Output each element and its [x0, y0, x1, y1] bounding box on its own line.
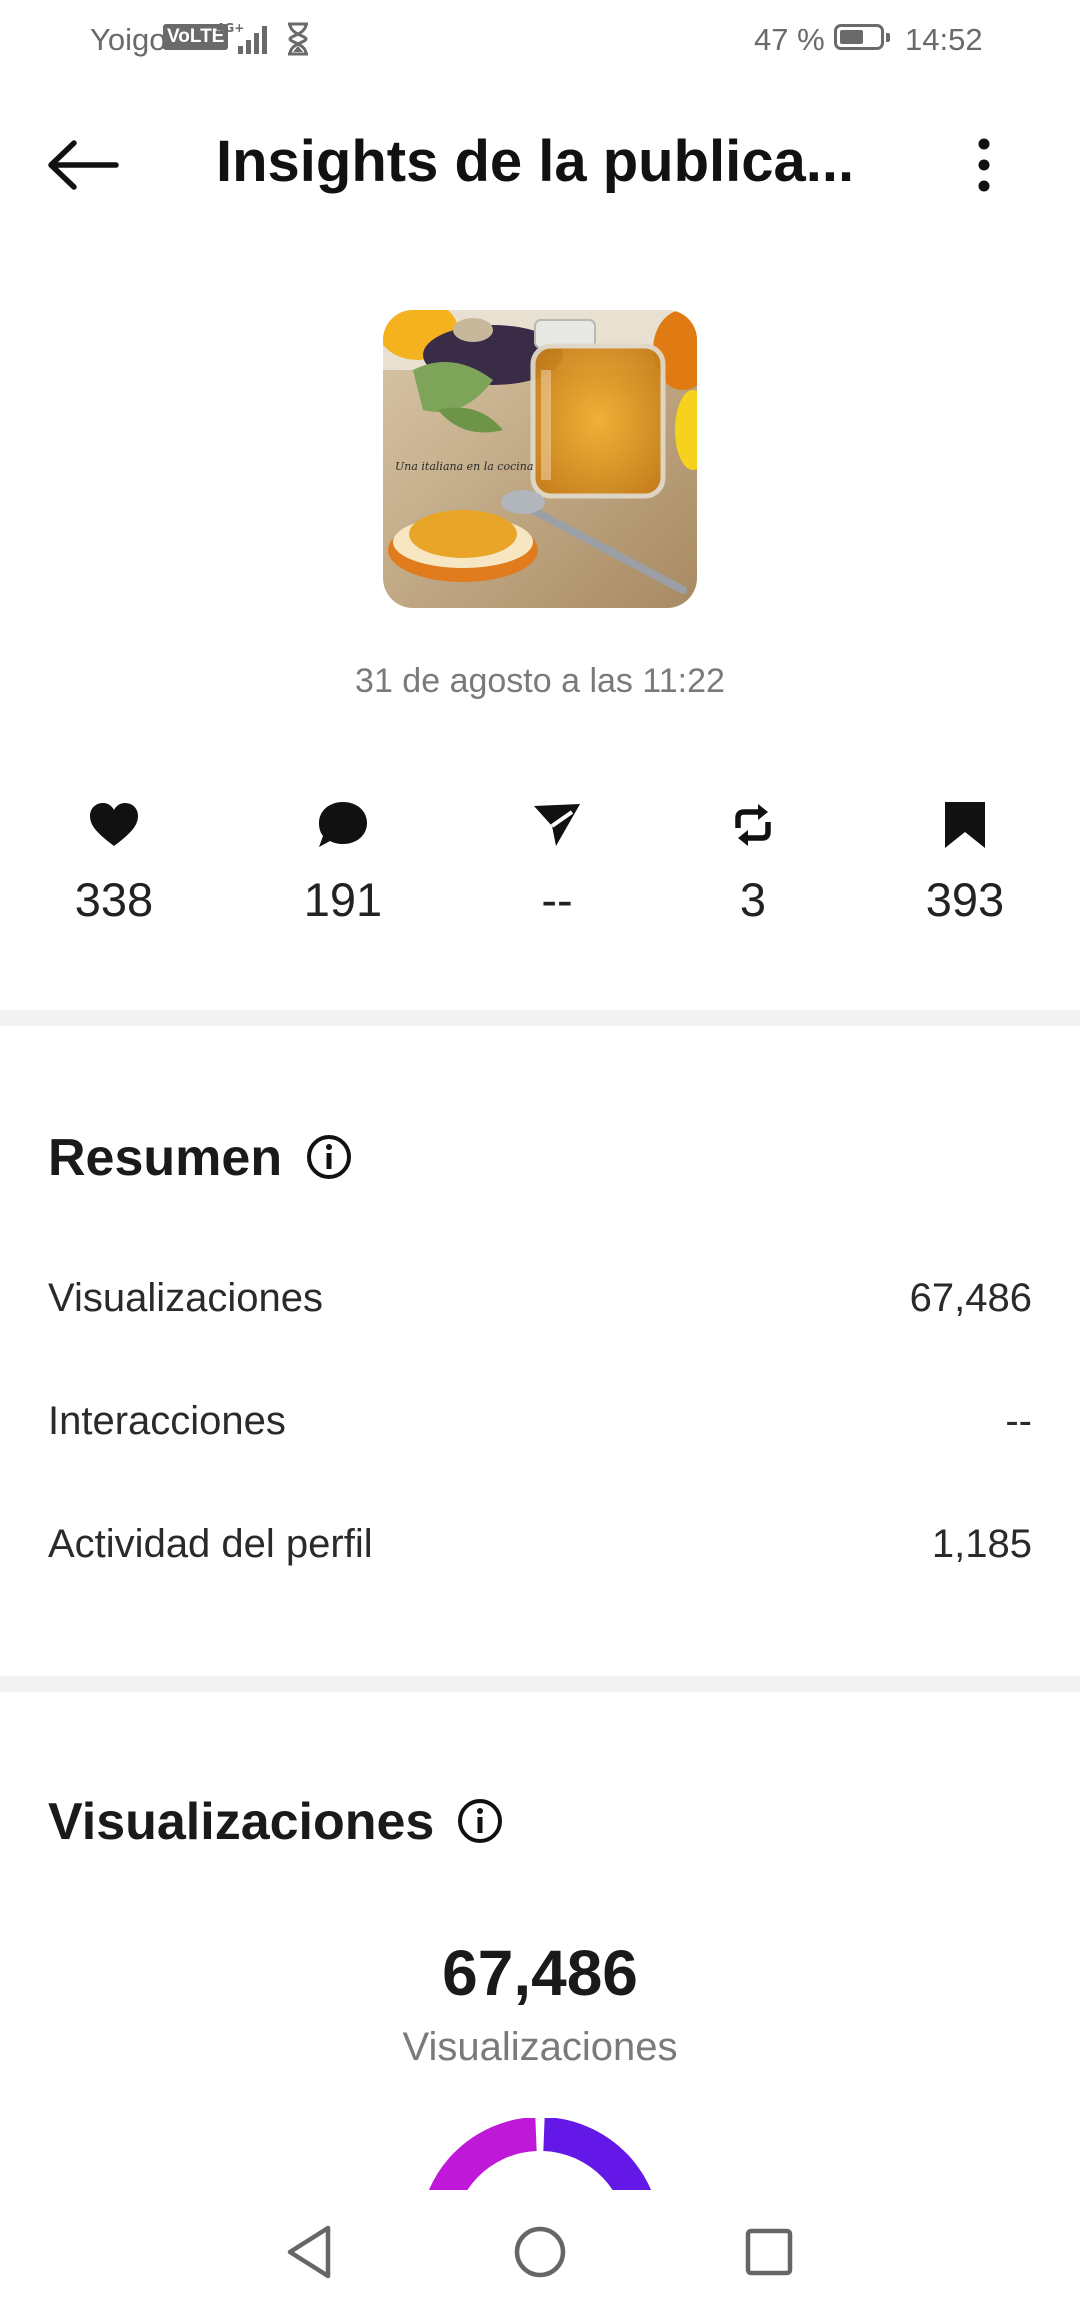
square-recents-icon — [745, 2228, 793, 2276]
bookmark-icon — [945, 802, 985, 848]
section-divider — [0, 1010, 1080, 1026]
post-date: 31 de agosto a las 11:22 — [355, 662, 725, 700]
section-divider — [0, 1676, 1080, 1692]
page-title: Insights de la publica... — [216, 129, 855, 194]
views-title: Visualizaciones — [48, 1793, 435, 1851]
triangle-back-icon — [287, 2225, 331, 2279]
back-button[interactable] — [46, 140, 120, 190]
comments-stat: 191 — [253, 800, 433, 927]
signal-icon: 4G+ — [216, 20, 272, 64]
summary-row-profile-activity-value: 1,185 — [931, 1522, 1032, 1566]
summary-row-views-value: 67,486 — [909, 1276, 1032, 1320]
arrow-left-icon — [48, 140, 119, 190]
likes-count: 338 — [74, 873, 154, 926]
status-time: 14:52 — [905, 22, 983, 57]
summary-row-profile-activity-label: Actividad del perfil — [48, 1522, 373, 1566]
status-bar: Yoigo VoLTE 4G+ 47 % 14:52 — [0, 0, 1080, 80]
summary-row-interactions-label: Interacciones — [48, 1399, 286, 1443]
summary-title: Resumen — [48, 1129, 283, 1187]
views-total-label: Visualizaciones — [402, 2025, 678, 2069]
carrier-name: Yoigo — [90, 22, 167, 57]
views-info-button[interactable] — [457, 1798, 503, 1844]
svg-text:4G+: 4G+ — [216, 21, 244, 35]
shares-count: -- — [541, 873, 573, 926]
views-total: 67,486 — [442, 1937, 638, 2009]
saves-count: 393 — [925, 873, 1005, 926]
comments-count: 191 — [303, 873, 383, 926]
summary-info-button[interactable] — [306, 1134, 352, 1180]
more-vertical-icon — [978, 138, 990, 192]
jam-jar-photo: Una italiana en la cocina — [383, 310, 697, 608]
summary-row-interactions-value: -- — [1005, 1399, 1032, 1443]
reposts-stat: 3 — [663, 800, 843, 927]
repost-icon — [735, 804, 771, 846]
views-donut-chart — [420, 2118, 660, 2190]
circle-home-icon — [514, 2226, 566, 2278]
info-icon — [307, 1135, 351, 1179]
heart-icon — [90, 803, 138, 846]
saves-stat: 393 — [875, 800, 1055, 927]
shares-stat: -- — [467, 800, 647, 927]
comment-icon — [319, 802, 367, 847]
nav-home-button[interactable] — [510, 2222, 570, 2282]
battery-percent: 47 % — [754, 22, 825, 57]
battery-icon — [834, 24, 890, 50]
summary-row-views-label: Visualizaciones — [48, 1276, 323, 1320]
hourglass-icon — [285, 22, 311, 64]
share-icon — [534, 804, 580, 846]
reposts-count: 3 — [739, 873, 767, 926]
likes-stat: 338 — [24, 800, 204, 927]
svg-text:Una italiana en la cocina: Una italiana en la cocina — [395, 460, 533, 473]
nav-recents-button[interactable] — [739, 2222, 799, 2282]
info-icon — [458, 1799, 502, 1843]
post-thumbnail[interactable]: Una italiana en la cocina — [383, 310, 697, 608]
nav-back-button[interactable] — [280, 2222, 340, 2282]
more-options-button[interactable] — [964, 138, 1004, 194]
